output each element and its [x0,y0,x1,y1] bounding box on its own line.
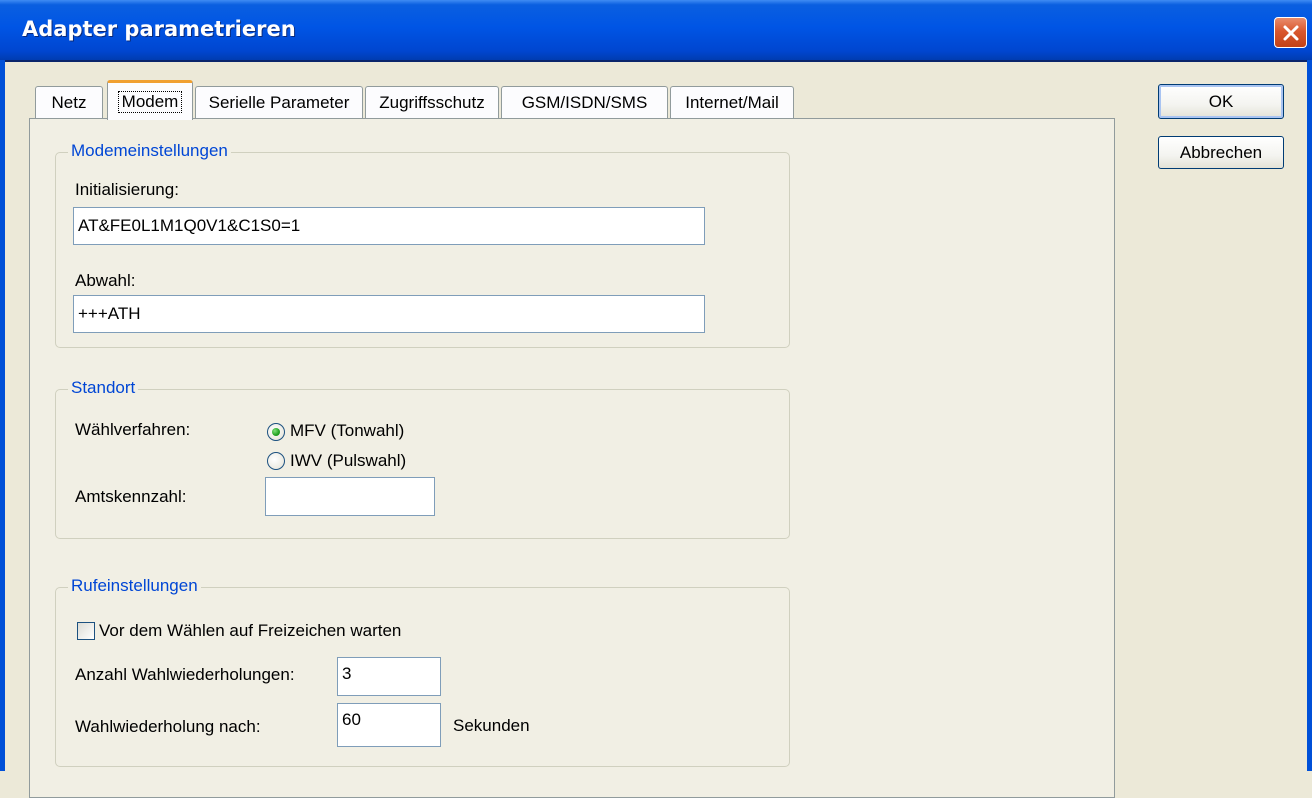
ok-button[interactable]: OK [1158,84,1284,119]
redial-after-unit: Sekunden [453,716,530,735]
redial-count-input[interactable]: 3 [337,657,441,696]
cancel-button-label: Abbrechen [1179,142,1263,162]
tab-internet-mail[interactable]: Internet/Mail [670,86,794,118]
hangup-string-input[interactable]: +++ATH [73,295,705,333]
tab-zugriffsschutz[interactable]: Zugriffsschutz [365,86,499,118]
redial-after-label: Wahlwiederholung nach: [75,717,261,736]
close-icon [1283,25,1299,41]
tab-label: Internet/Mail [685,92,779,112]
redial-after-input[interactable]: 60 [337,703,441,747]
ok-button-label: OK [1208,91,1234,111]
redial-count-label: Anzahl Wahlwiederholungen: [75,665,295,684]
init-string-input[interactable]: AT&FE0L1M1Q0V1&C1S0=1 [73,207,705,245]
tab-label: GSM/ISDN/SMS [521,92,648,112]
group-location: Standort [55,378,790,539]
window-title: Adapter parametrieren [22,17,296,41]
group-legend: Standort [68,378,139,398]
radio-tone-dialing-label[interactable]: MFV (Tonwahl) [290,421,404,441]
window-frame-right [1307,60,1312,771]
tab-label: Serielle Parameter [208,92,350,112]
tab-netz[interactable]: Netz [35,86,103,118]
radio-tone-dialing[interactable] [267,423,285,441]
radio-pulse-dialing[interactable] [267,452,285,470]
close-button[interactable] [1274,17,1307,48]
group-legend: Modemeinstellungen [68,141,231,161]
radio-selected-dot [272,428,280,436]
dial-method-label: Wählverfahren: [75,420,191,439]
init-label: Initialisierung: [75,180,179,199]
tab-gsm-isdn-sms[interactable]: GSM/ISDN/SMS [501,86,668,118]
cancel-button[interactable]: Abbrechen [1158,136,1284,169]
tab-modem[interactable]: Modem [107,80,193,120]
outside-line-input[interactable] [265,477,435,516]
group-legend: Rufeinstellungen [68,576,201,596]
tab-serielle-parameter[interactable]: Serielle Parameter [195,86,363,118]
window-frame-left [0,60,5,771]
title-bar: Adapter parametrieren [0,0,1312,62]
radio-pulse-dialing-label[interactable]: IWV (Pulswahl) [290,451,406,471]
tab-label: Zugriffsschutz [379,92,485,112]
tab-label: Netz [51,92,87,112]
outside-line-label: Amtskennzahl: [75,487,187,506]
hangup-label: Abwahl: [75,271,136,290]
wait-dialtone-checkbox[interactable] [77,622,95,640]
tab-label: Modem [117,90,183,113]
wait-dialtone-label[interactable]: Vor dem Wählen auf Freizeichen warten [99,621,401,641]
